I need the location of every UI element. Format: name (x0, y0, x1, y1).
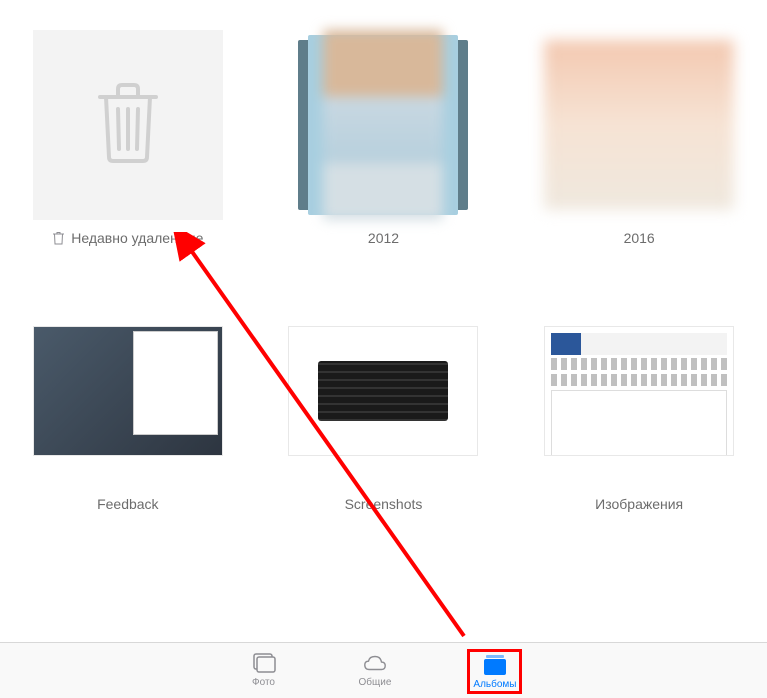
album-label: 2016 (624, 230, 655, 246)
album-recently-deleted[interactable]: Недавно удаленные (33, 30, 223, 246)
tab-label: Общие (359, 677, 392, 688)
tab-albums[interactable]: Альбомы (467, 649, 522, 694)
trash-icon (52, 231, 65, 245)
album-label: Feedback (97, 496, 158, 512)
album-thumbnail-images (544, 296, 734, 486)
photo-stack (544, 30, 734, 220)
tab-bar: Фото Общие Альбомы (0, 642, 767, 698)
album-screenshots[interactable]: Screenshots (288, 296, 478, 512)
screenshot-preview (33, 326, 223, 456)
album-thumbnail-2012 (288, 30, 478, 220)
album-label-row: Недавно удаленные (52, 230, 203, 246)
album-label: Screenshots (345, 496, 423, 512)
deleted-tile (33, 30, 223, 220)
albums-grid-container: Недавно удаленные 2012 2016 (0, 0, 767, 620)
cloud-icon (362, 651, 388, 675)
photo-stack (288, 30, 478, 220)
album-thumbnail-screenshots (288, 296, 478, 486)
photos-stack-icon (251, 651, 277, 675)
album-2012[interactable]: 2012 (288, 30, 478, 246)
tab-shared[interactable]: Общие (353, 649, 398, 690)
album-thumbnail-2016 (544, 30, 734, 220)
album-label: Изображения (595, 496, 683, 512)
tab-label: Альбомы (473, 679, 516, 690)
trash-icon (92, 83, 164, 168)
albums-icon (482, 653, 508, 677)
screenshot-preview (288, 326, 478, 456)
screenshot-preview (544, 326, 734, 456)
albums-grid: Недавно удаленные 2012 2016 (25, 30, 742, 512)
album-thumbnail-feedback (33, 296, 223, 486)
album-feedback[interactable]: Feedback (33, 296, 223, 512)
album-images[interactable]: Изображения (544, 296, 734, 512)
album-thumbnail-recently-deleted (33, 30, 223, 220)
tab-photos[interactable]: Фото (245, 649, 283, 690)
album-2016[interactable]: 2016 (544, 30, 734, 246)
tab-label: Фото (252, 677, 275, 688)
album-label: 2012 (368, 230, 399, 246)
album-label: Недавно удаленные (71, 230, 203, 246)
